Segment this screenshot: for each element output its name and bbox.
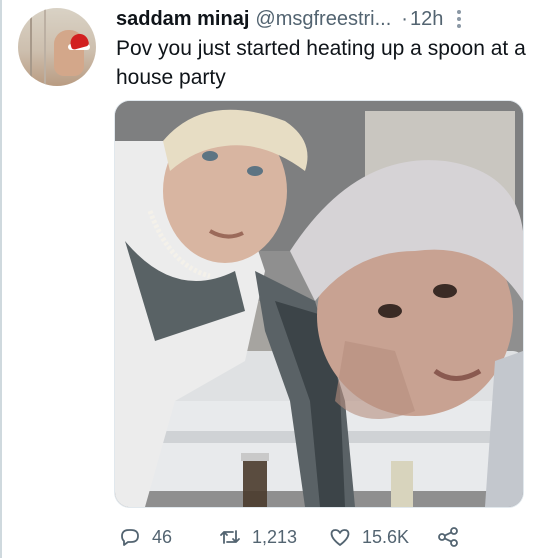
timestamp[interactable]: 12h (410, 8, 443, 31)
more-dots-vertical-icon[interactable] (451, 8, 467, 30)
display-name[interactable]: saddam minaj (116, 8, 249, 31)
tweet-header: saddam minaj @msgfreestri... · 12h (116, 4, 526, 34)
separator-dot: · (401, 7, 408, 30)
share-icon (438, 527, 458, 547)
tweet-text: Pov you just started heating up a spoon … (116, 37, 526, 89)
avatar[interactable] (18, 8, 96, 86)
reply-count: 46 (152, 526, 173, 547)
tweet[interactable]: saddam minaj @msgfreestri... · 12h Pov y… (0, 0, 540, 558)
share-button[interactable] (436, 522, 460, 552)
timeline-rule (0, 0, 2, 558)
reply-button[interactable]: 46 (118, 522, 172, 552)
user-handle[interactable]: @msgfreestri... (255, 8, 391, 31)
reply-bubble-icon (121, 529, 139, 546)
retweet-count: 1,213 (252, 526, 298, 547)
retweet-arrows-icon (220, 530, 240, 544)
tweet-photo[interactable] (114, 100, 524, 508)
tweet-actions: 46 1,213 15.6K (118, 522, 478, 552)
retweet-button[interactable]: 1,213 (218, 522, 297, 552)
like-count: 15.6K (362, 526, 410, 547)
heart-icon (330, 529, 350, 546)
like-button[interactable]: 15.6K (328, 522, 409, 552)
